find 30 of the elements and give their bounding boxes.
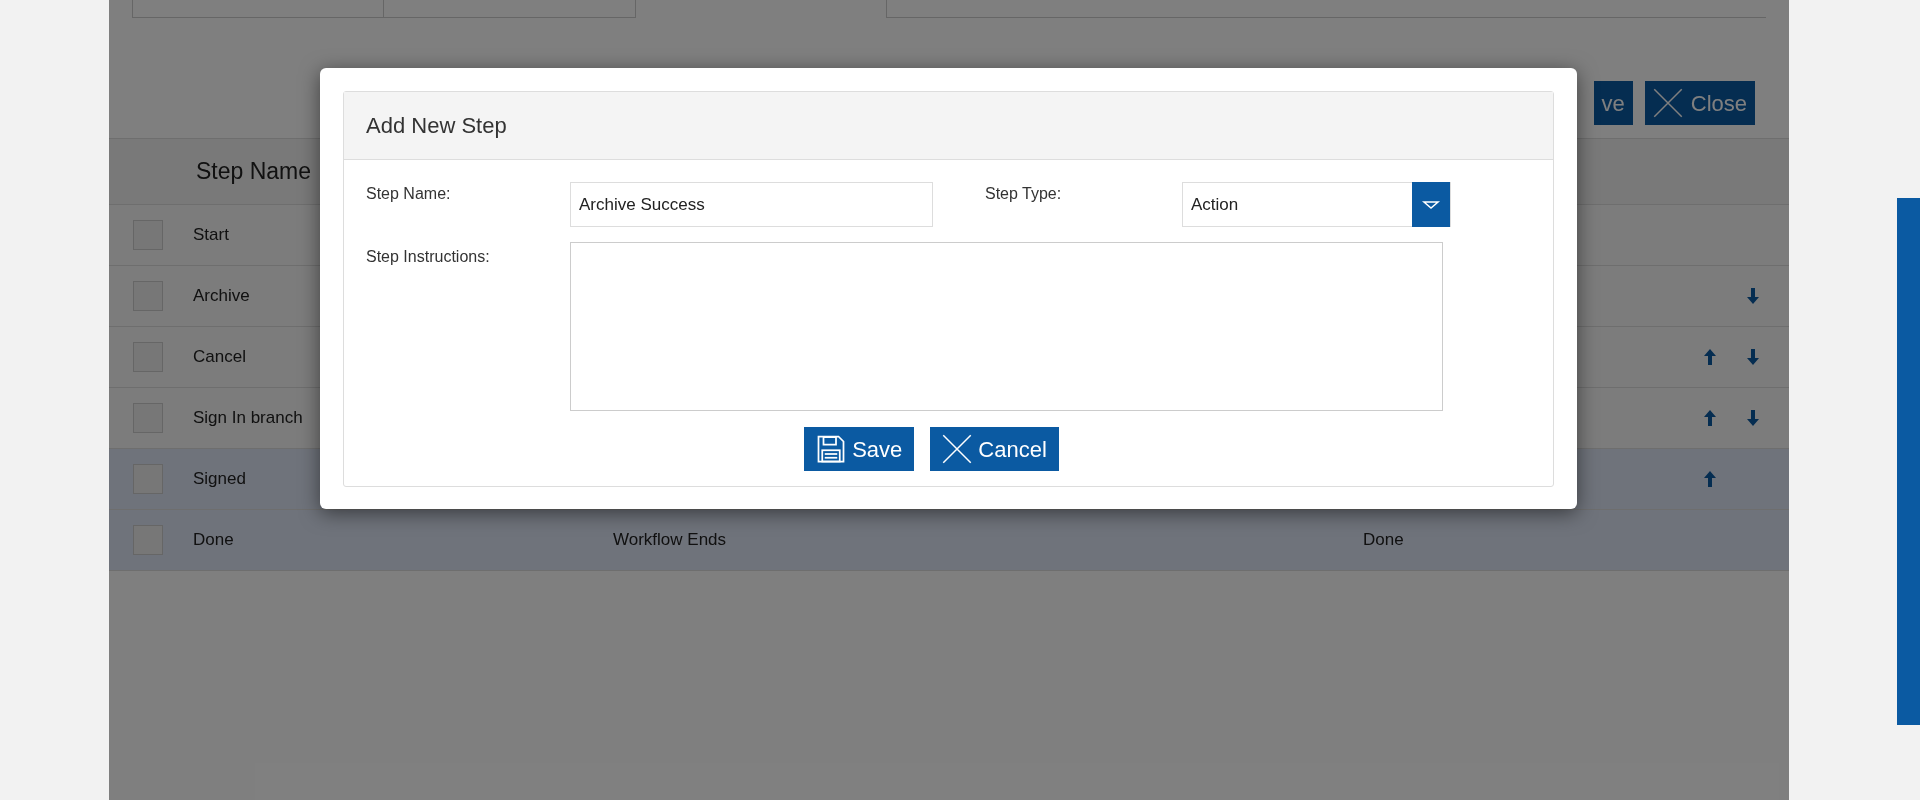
save-button[interactable]: Save (804, 427, 915, 471)
dropdown[interactable]: Action (1182, 182, 1451, 227)
table-cell-text: Cancel (193, 346, 247, 369)
field-label: Step Name: (366, 184, 451, 204)
table-cell-text: Sign In branch (193, 407, 304, 430)
table-cell-text: Done (193, 529, 235, 552)
cancel-button[interactable]: Cancel (930, 427, 1059, 471)
down-arrow-icon[interactable] (1747, 349, 1759, 365)
up-arrow-icon[interactable] (1704, 471, 1716, 487)
table-cell-text: Archive (193, 285, 251, 308)
side-tab[interactable] (1897, 198, 1920, 725)
close-icon (1652, 88, 1683, 118)
field-label: Step Type: (985, 184, 1062, 204)
table-cell-text: Signed (193, 468, 247, 491)
table-cell-text: Start (193, 224, 230, 247)
column-header: Step Name (196, 157, 312, 187)
field-label: Step Instructions: (366, 247, 490, 267)
down-arrow-icon[interactable] (1747, 410, 1759, 426)
up-arrow-icon[interactable] (1704, 349, 1716, 365)
save-icon (816, 434, 847, 464)
close-icon (942, 434, 973, 464)
table-row[interactable]: Done Workflow Ends Done (109, 510, 1789, 571)
dialog-title: Add New Step (366, 112, 507, 140)
text-area[interactable] (570, 242, 1443, 411)
table-cell-text: Workflow Ends (613, 529, 728, 552)
up-arrow-icon[interactable] (1704, 410, 1716, 426)
caret-icon (1412, 182, 1450, 227)
table-cell-text: Done (1363, 529, 1404, 552)
down-arrow-icon[interactable] (1747, 288, 1759, 304)
input-field[interactable]: Archive Success (570, 182, 933, 227)
